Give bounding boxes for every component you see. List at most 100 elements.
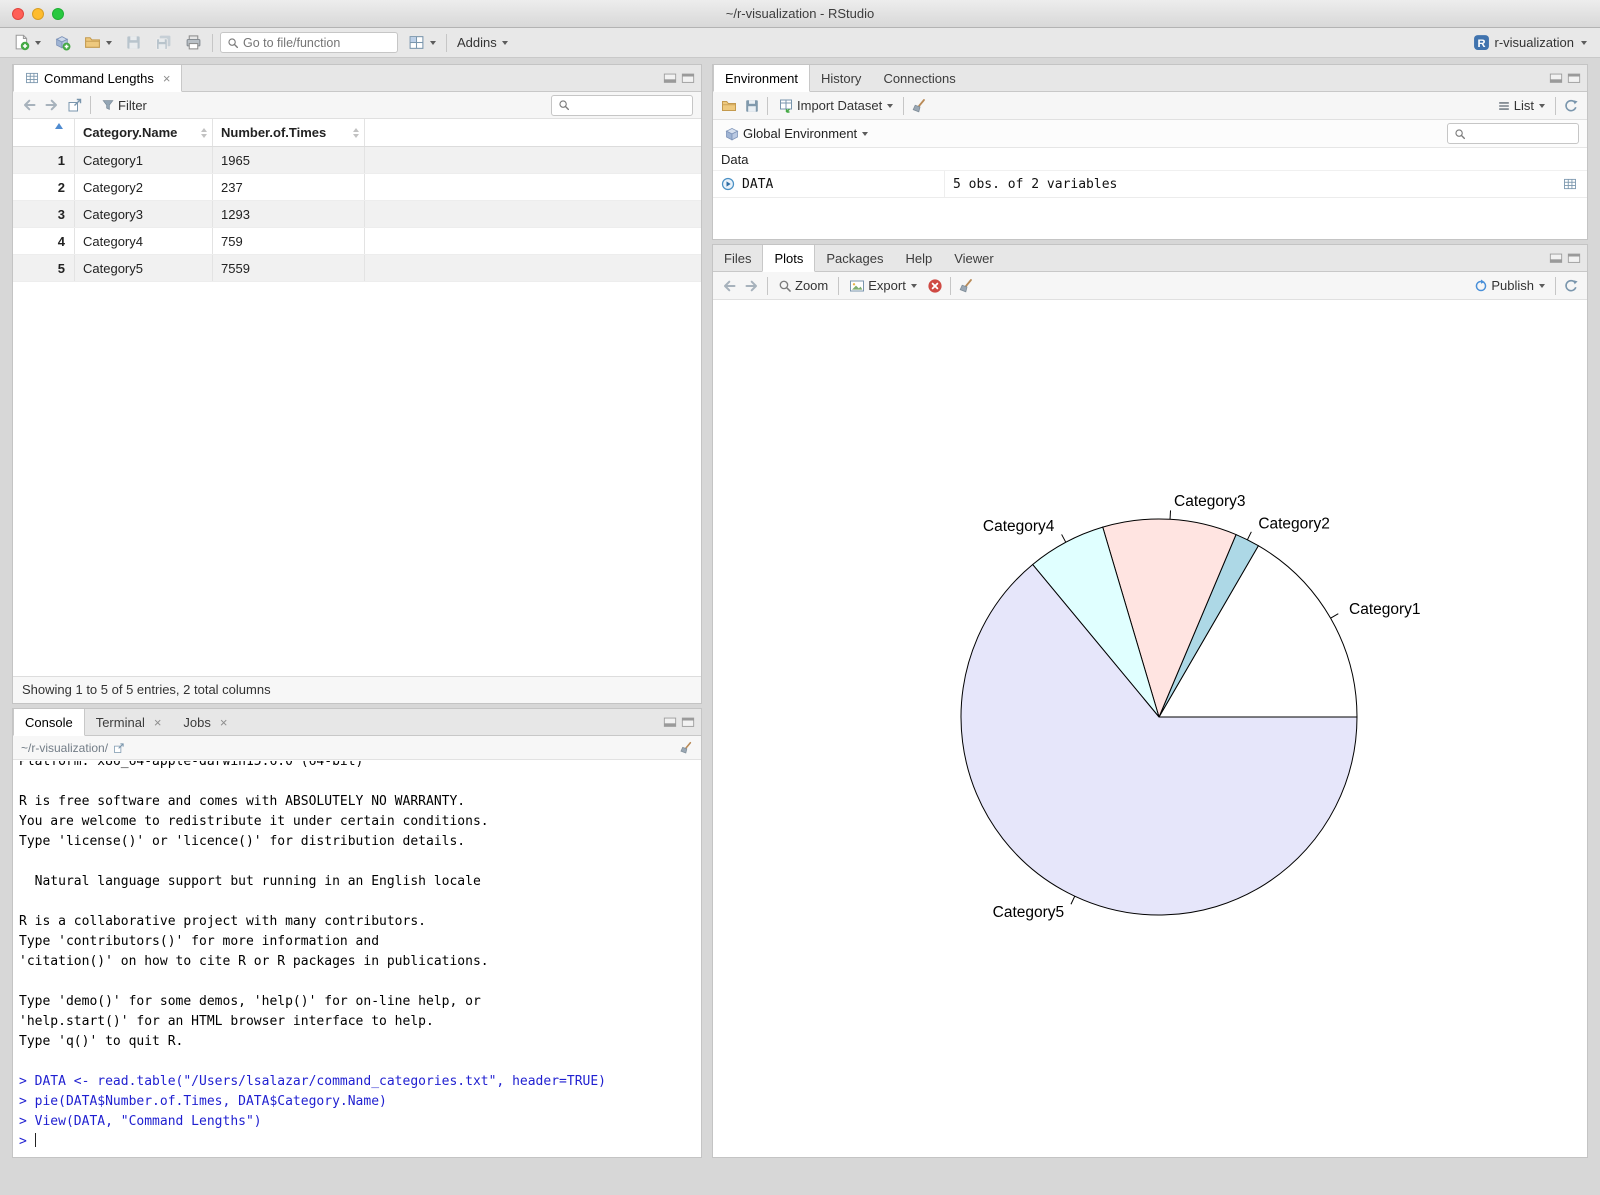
table-search-input[interactable]: [574, 98, 684, 112]
filter-button[interactable]: Filter: [98, 96, 150, 115]
environment-scope-button[interactable]: Global Environment: [721, 124, 871, 144]
console-output-line: Type 'demo()' for some demos, 'help()' f…: [19, 992, 695, 1012]
row-number: 4: [13, 228, 75, 254]
save-button[interactable]: [122, 32, 145, 53]
back-icon[interactable]: [21, 97, 37, 113]
table-row: 3 Category3 1293: [13, 201, 701, 228]
save-all-icon: [155, 34, 172, 51]
export-plot-button[interactable]: Export: [846, 276, 920, 296]
tab-plots[interactable]: Plots: [762, 245, 816, 272]
pie-label-tick: [1330, 613, 1339, 619]
refresh-plot-icon[interactable]: [1563, 278, 1579, 294]
pane-layout-button[interactable]: [405, 32, 439, 53]
load-workspace-icon[interactable]: [721, 98, 737, 114]
environment-object-row[interactable]: DATA 5 obs. of 2 variables: [713, 171, 1587, 198]
chevron-down-icon: [1581, 40, 1587, 45]
environment-pane: Environment History Connections Import D…: [712, 64, 1588, 240]
publish-button[interactable]: Publish: [1471, 276, 1548, 295]
toolbar-divider: [1555, 96, 1556, 115]
console-output-line: Type 'q()' to quit R.: [19, 1032, 695, 1052]
save-all-button[interactable]: [152, 32, 175, 53]
open-in-new-window-icon[interactable]: [67, 97, 83, 113]
zoom-window-button[interactable]: [52, 8, 64, 20]
next-plot-icon[interactable]: [744, 278, 760, 294]
console-cursor: [34, 1133, 37, 1147]
close-tab-icon[interactable]: ×: [154, 715, 162, 730]
chevron-down-icon: [501, 40, 508, 45]
column-header-category-name[interactable]: Category.Name: [75, 119, 213, 146]
pane-buttons: [663, 709, 701, 735]
tab-packages[interactable]: Packages: [815, 245, 894, 271]
pane-buttons: [663, 65, 701, 91]
console-line-text: Type 'q()' to quit R.: [19, 1034, 184, 1049]
remove-plot-icon[interactable]: [927, 278, 943, 294]
environment-search-input[interactable]: [1470, 126, 1566, 141]
minimize-window-button[interactable]: [32, 8, 44, 20]
minimize-pane-icon[interactable]: [663, 71, 677, 85]
clear-environment-icon[interactable]: [911, 98, 927, 114]
scope-label: Global Environment: [743, 126, 858, 141]
minimize-pane-icon[interactable]: [1549, 71, 1563, 85]
toolbar-divider: [949, 276, 951, 295]
new-project-button[interactable]: [51, 32, 74, 53]
tab-history[interactable]: History: [810, 65, 872, 91]
console-output-line: 'citation()' on how to cite R or R packa…: [19, 952, 695, 972]
tab-command-lengths[interactable]: Command Lengths ×: [13, 65, 183, 92]
titlebar: ~/r-visualization - RStudio: [0, 0, 1600, 28]
tab-viewer[interactable]: Viewer: [943, 245, 1005, 271]
minimize-pane-icon[interactable]: [1549, 251, 1563, 265]
expand-object-icon[interactable]: [721, 177, 735, 191]
column-label: Category.Name: [83, 125, 178, 140]
open-file-button[interactable]: [81, 32, 115, 53]
object-summary: 5 obs. of 2 variables: [953, 176, 1118, 192]
addins-button[interactable]: Addins: [454, 33, 511, 52]
table-search-box: [551, 94, 693, 116]
project-menu-button[interactable]: r-visualization: [1470, 32, 1590, 53]
forward-icon[interactable]: [44, 97, 60, 113]
maximize-pane-icon[interactable]: [1567, 251, 1581, 265]
goto-file-input[interactable]: [243, 35, 383, 50]
previous-plot-icon[interactable]: [721, 278, 737, 294]
tab-help[interactable]: Help: [894, 245, 943, 271]
tab-console[interactable]: Console: [13, 709, 85, 736]
zoom-plot-button[interactable]: Zoom: [775, 276, 831, 295]
tab-environment[interactable]: Environment: [713, 65, 810, 92]
maximize-pane-icon[interactable]: [1567, 71, 1581, 85]
row-number-header[interactable]: [13, 119, 75, 146]
cell-number-of-times: 1965: [213, 147, 365, 173]
new-project-icon: [54, 34, 71, 51]
minimize-pane-icon[interactable]: [663, 715, 677, 729]
import-dataset-button[interactable]: Import Dataset: [775, 96, 896, 116]
open-directory-icon[interactable]: [113, 742, 125, 754]
table-icon: [25, 71, 39, 85]
view-table-icon[interactable]: [1563, 177, 1577, 191]
console-output[interactable]: Platform: x86_64-apple-darwin15.6.0 (64-…: [13, 761, 701, 1157]
list-view-button[interactable]: List: [1494, 96, 1548, 115]
console-output-line: R is free software and comes with ABSOLU…: [19, 792, 695, 812]
tab-jobs[interactable]: Jobs ×: [172, 709, 238, 735]
cell-category-name: Category2: [75, 174, 213, 200]
clear-all-plots-icon[interactable]: [958, 278, 974, 294]
maximize-pane-icon[interactable]: [681, 71, 695, 85]
maximize-pane-icon[interactable]: [681, 715, 695, 729]
save-icon: [125, 34, 142, 51]
close-window-button[interactable]: [12, 8, 24, 20]
column-header-number-of-times[interactable]: Number.of.Times: [213, 119, 365, 146]
close-tab-icon[interactable]: ×: [163, 71, 171, 86]
print-button[interactable]: [182, 32, 205, 53]
clear-console-icon[interactable]: [679, 741, 693, 755]
close-tab-icon[interactable]: ×: [220, 715, 228, 730]
cell-category-name: Category3: [75, 201, 213, 227]
list-view-label: List: [1513, 98, 1534, 113]
cell-number-of-times: 237: [213, 174, 365, 200]
pie-label: Category5: [993, 904, 1065, 921]
tab-connections[interactable]: Connections: [872, 65, 966, 91]
console-line-text: Type 'contributors()' for more informati…: [19, 934, 380, 949]
project-r-icon: [1473, 34, 1490, 51]
save-workspace-icon[interactable]: [744, 98, 760, 114]
refresh-icon[interactable]: [1563, 98, 1579, 114]
tab-terminal[interactable]: Terminal ×: [85, 709, 173, 735]
tab-files[interactable]: Files: [713, 245, 762, 271]
toolbar-divider: [767, 96, 768, 115]
new-file-button[interactable]: [10, 32, 44, 53]
